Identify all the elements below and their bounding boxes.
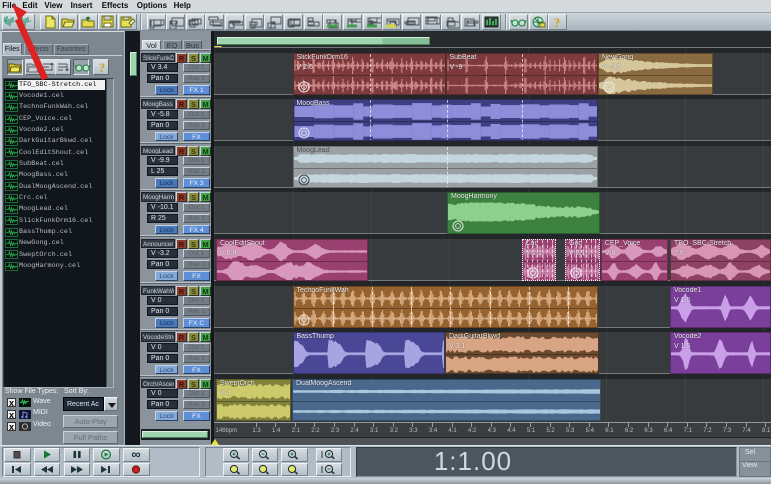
svg-text:∞: ∞ [132,449,141,460]
svg-text:?: ? [99,60,106,74]
svg-text:?: ? [554,15,561,29]
